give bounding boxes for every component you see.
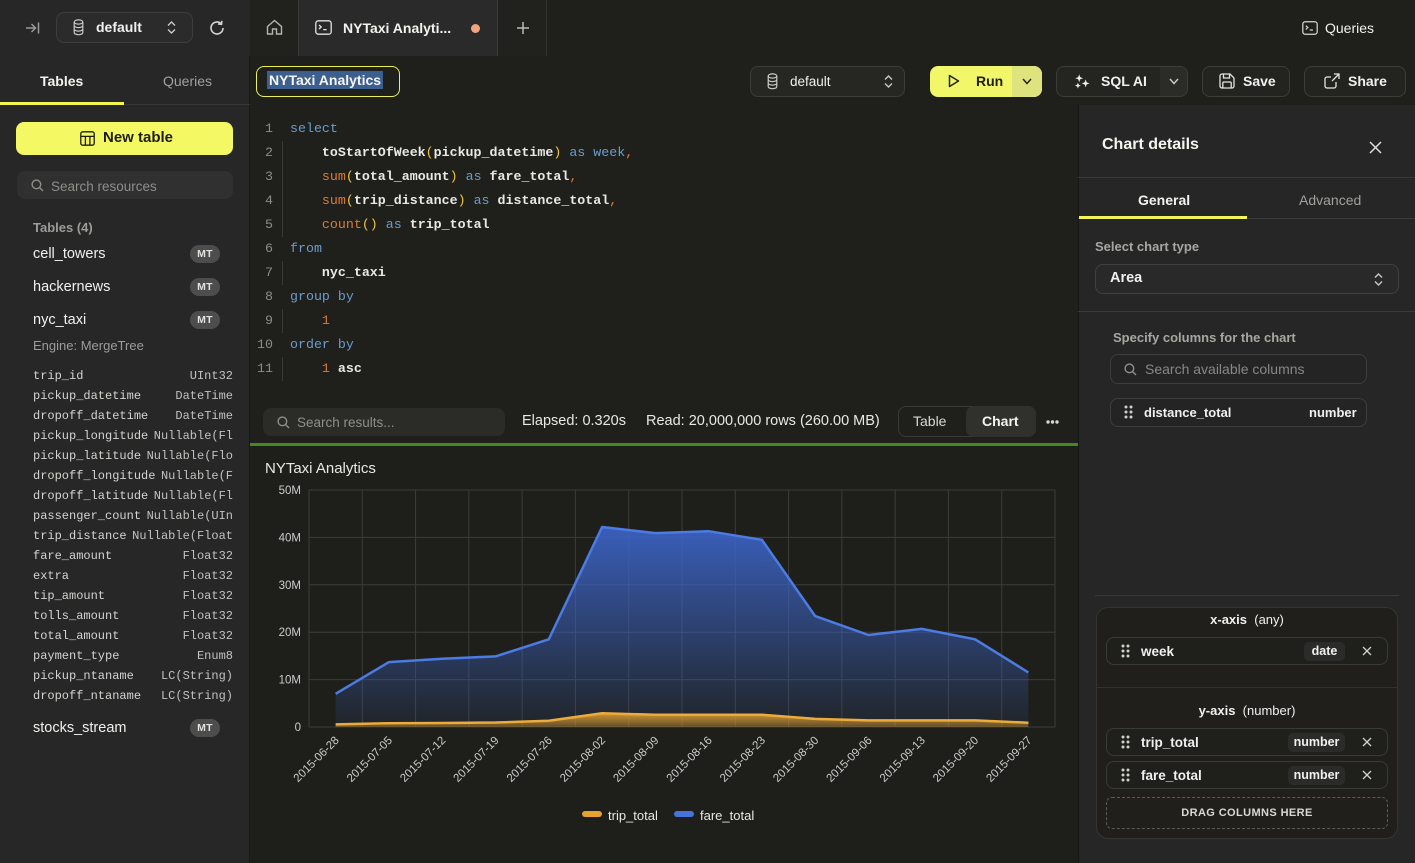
svg-text:2015-07-05: 2015-07-05 <box>345 735 395 785</box>
svg-text:2015-09-13: 2015-09-13 <box>878 735 928 785</box>
svg-text:10M: 10M <box>279 675 301 687</box>
svg-text:2015-09-27: 2015-09-27 <box>984 735 1034 785</box>
svg-text:NYTaxi Analytics: NYTaxi Analytics <box>265 460 376 477</box>
svg-text:2015-08-30: 2015-08-30 <box>771 735 821 785</box>
svg-text:fare_total: fare_total <box>700 808 754 823</box>
svg-text:2015-08-02: 2015-08-02 <box>558 735 608 785</box>
svg-text:2015-07-26: 2015-07-26 <box>505 735 555 785</box>
svg-text:20M: 20M <box>279 627 301 639</box>
svg-text:2015-09-20: 2015-09-20 <box>931 735 981 785</box>
svg-text:2015-07-19: 2015-07-19 <box>452 735 502 785</box>
svg-text:2015-09-06: 2015-09-06 <box>825 735 875 785</box>
svg-text:50M: 50M <box>279 485 301 497</box>
svg-text:2015-08-16: 2015-08-16 <box>665 735 715 785</box>
svg-text:2015-08-23: 2015-08-23 <box>718 735 768 785</box>
svg-text:trip_total: trip_total <box>608 808 658 823</box>
svg-text:2015-07-12: 2015-07-12 <box>398 735 448 785</box>
svg-text:2015-06-28: 2015-06-28 <box>292 735 342 785</box>
svg-text:30M: 30M <box>279 580 301 592</box>
svg-text:0: 0 <box>295 722 301 734</box>
svg-text:2015-08-09: 2015-08-09 <box>611 735 661 785</box>
svg-text:40M: 40M <box>279 532 301 544</box>
